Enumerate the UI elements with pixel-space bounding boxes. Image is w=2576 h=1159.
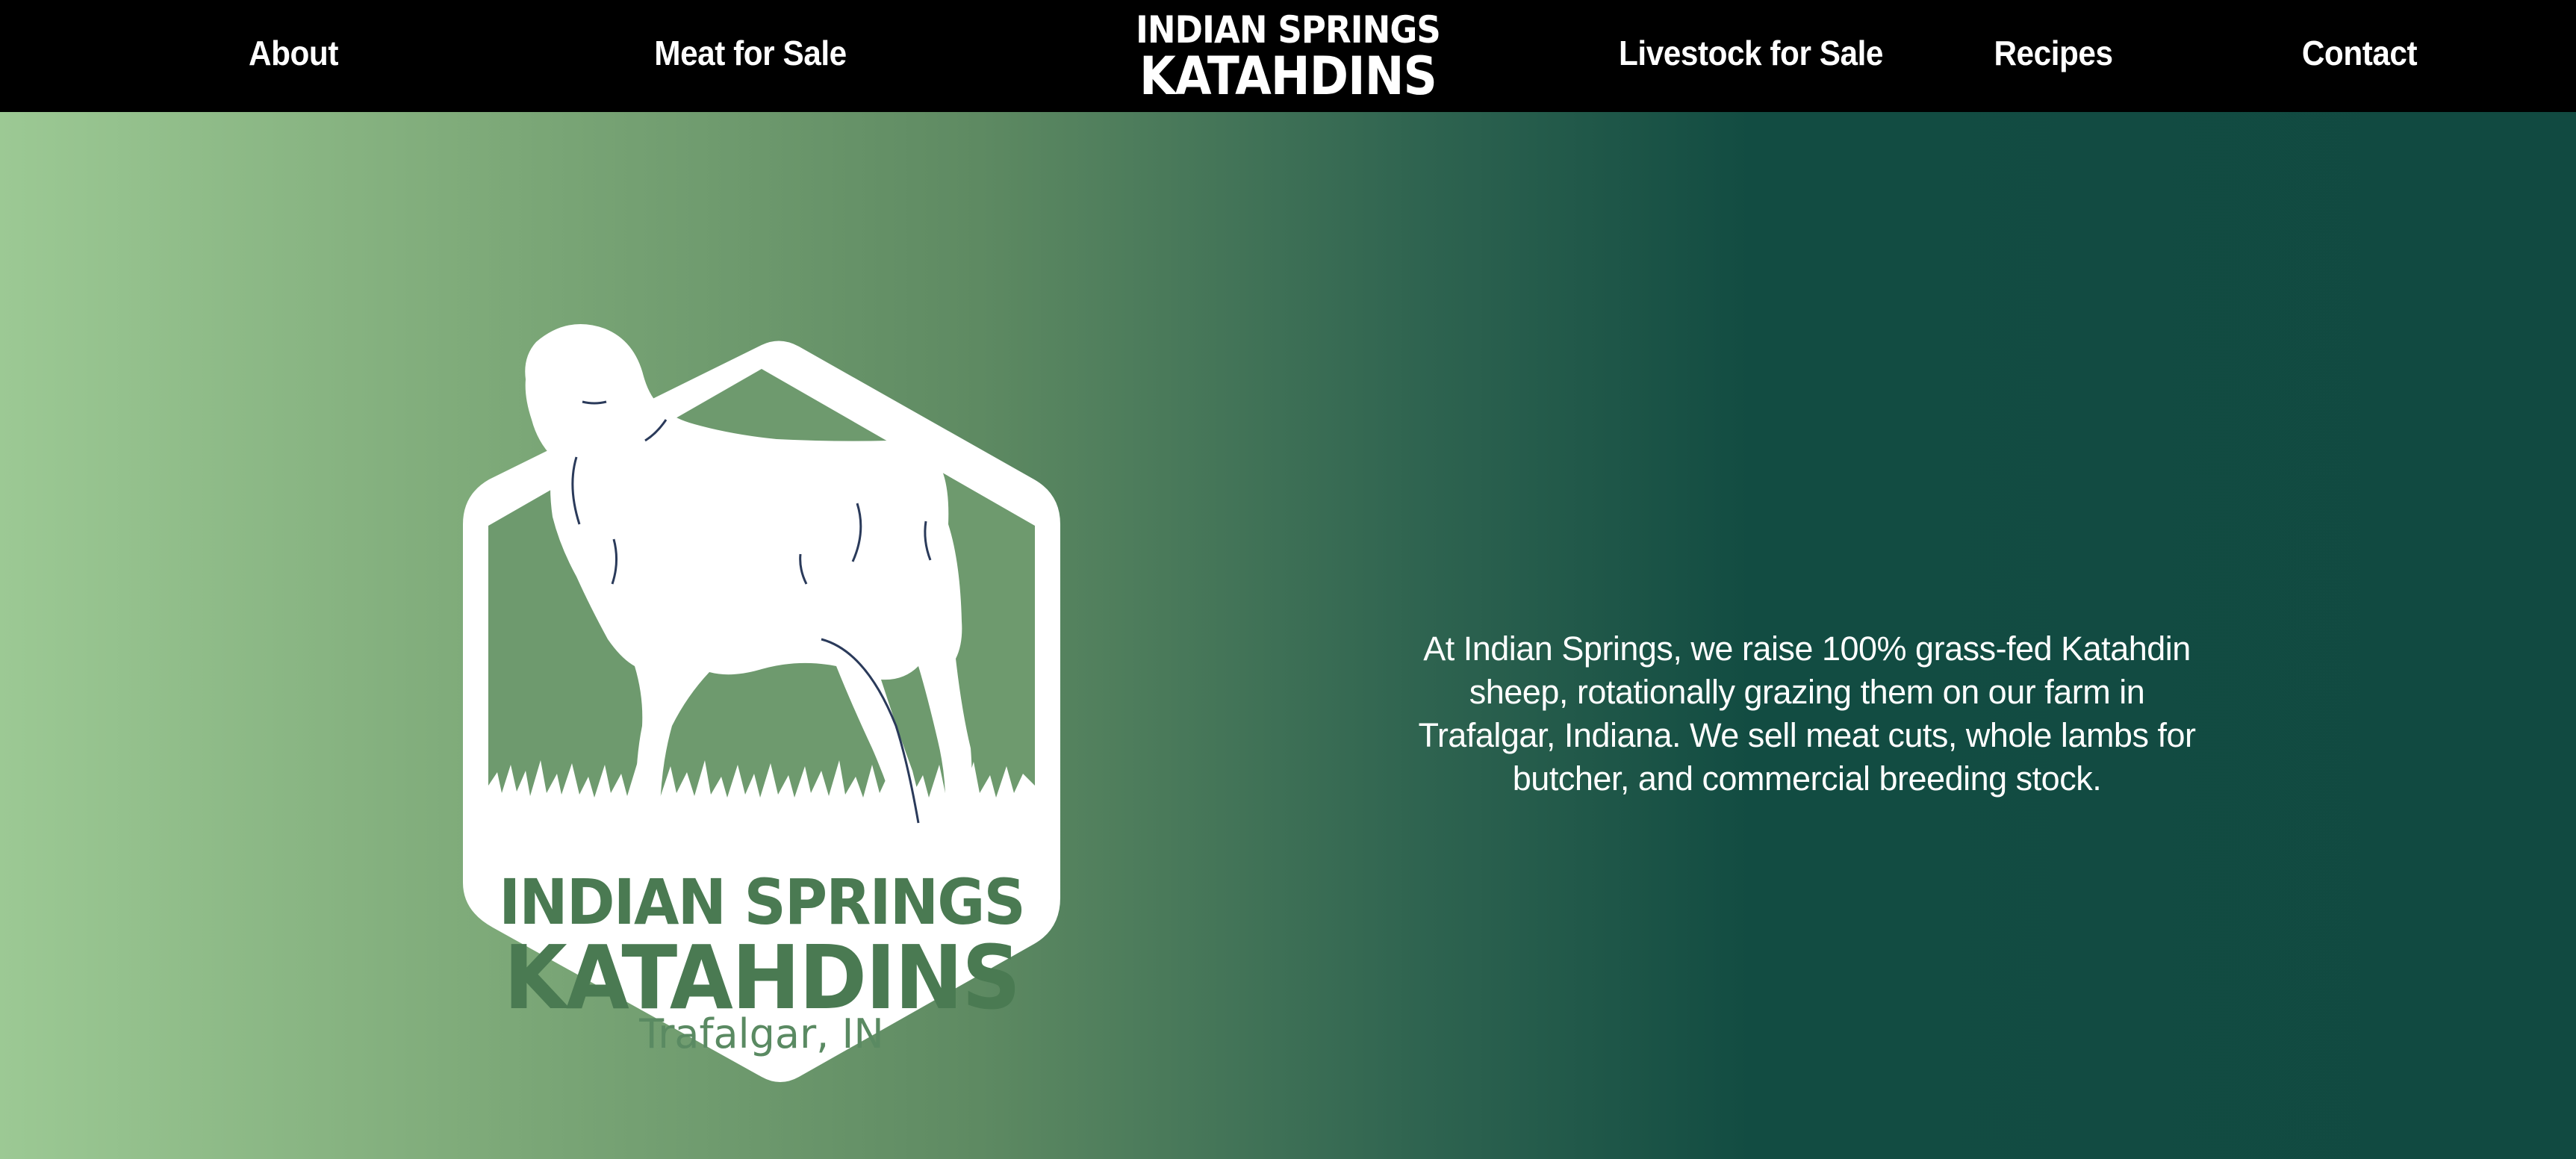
nav-link-contact[interactable]: Contact	[2291, 30, 2428, 76]
logo-location-text: Trafalgar, IN	[639, 1010, 884, 1057]
nav-brand-line1: INDIAN SPRINGS	[1136, 8, 1441, 52]
hero-section: INDIAN SPRINGS KATAHDINS Trafalgar, IN A…	[0, 112, 2576, 1159]
page: About Meat for Sale INDIAN SPRINGS KATAH…	[0, 0, 2576, 1159]
nav-link-about[interactable]: About	[225, 30, 362, 76]
farm-logo: INDIAN SPRINGS KATAHDINS Trafalgar, IN	[448, 308, 1075, 1152]
nav-link-recipes[interactable]: Recipes	[1978, 30, 2129, 76]
nav-link-livestock-for-sale[interactable]: Livestock for Sale	[1617, 30, 1885, 76]
nav-brand-home-link[interactable]: INDIAN SPRINGS KATAHDINS	[1109, 9, 1467, 103]
farm-introduction-paragraph: At Indian Springs, we raise 100% grass-f…	[1418, 630, 2196, 798]
top-navigation-bar: About Meat for Sale INDIAN SPRINGS KATAH…	[0, 0, 2576, 112]
nav-link-meat-for-sale[interactable]: Meat for Sale	[637, 30, 864, 76]
nav-brand-line2: KATAHDINS	[1139, 46, 1437, 107]
